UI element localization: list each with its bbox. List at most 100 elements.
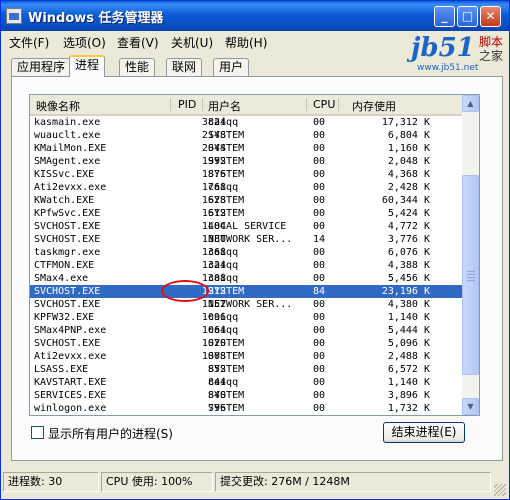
process-memory: 5,456 K <box>387 273 430 284</box>
process-user: SYSTEM <box>208 208 245 219</box>
show-all-users-checkbox[interactable] <box>31 426 44 439</box>
process-row[interactable]: kasmain.exe 3824 caiqq 00 17,312 K <box>30 116 462 129</box>
tab-networking[interactable]: 联网 <box>166 58 203 76</box>
column-pid[interactable]: PID <box>178 98 196 111</box>
process-cpu: 00 <box>313 390 326 401</box>
tab-processes[interactable]: 进程 <box>69 55 106 77</box>
process-user: SYSTEM <box>208 195 245 206</box>
process-row[interactable]: SMax4.exe 1308 caiqq 00 5,456 K <box>30 272 462 285</box>
process-row[interactable]: SVCHOST.EXE 1380 NETWORK SER... 14 3,776 K <box>30 233 462 246</box>
process-user: SYSTEM <box>208 286 245 297</box>
process-row[interactable]: KAVSTART.EXE 844 caiqq 00 1,140 K <box>30 376 462 389</box>
column-divider[interactable] <box>306 98 307 111</box>
window-title: Windows 任务管理器 <box>28 11 164 26</box>
scroll-down-arrow-icon[interactable]: ▼ <box>462 398 479 415</box>
process-row[interactable]: LSASS.EXE 852 SYSTEM 00 6,572 K <box>30 363 462 376</box>
show-all-users-label[interactable]: 显示所有用户的进程(S) <box>48 425 173 442</box>
process-row[interactable]: SMAgent.exe 1992 SYSTEM 00 2,048 K <box>30 155 462 168</box>
process-memory: 17,312 K <box>381 117 430 128</box>
process-row[interactable]: winlogon.exe 796 SYSTEM 00 1,732 K <box>30 402 462 415</box>
process-name: KMailMon.EXE <box>34 143 107 154</box>
tab-performance[interactable]: 性能 <box>119 58 156 76</box>
process-memory: 6,076 K <box>387 247 430 258</box>
process-memory: 1,140 K <box>387 377 430 388</box>
column-divider[interactable] <box>338 98 339 111</box>
process-row[interactable]: SERVICES.EXE 840 SYSTEM 00 3,896 K <box>30 389 462 402</box>
resize-grip-icon[interactable] <box>494 484 506 496</box>
status-cpu-usage: CPU 使用: 100% <box>101 472 213 492</box>
process-name: SMAgent.exe <box>34 156 101 167</box>
process-user: caiqq <box>208 325 239 336</box>
process-row[interactable]: CTFMON.EXE 1324 caiqq 00 4,388 K <box>30 259 462 272</box>
process-memory: 4,772 K <box>387 221 430 232</box>
process-row[interactable]: SVCHOST.EXE 1152 NETWORK SER... 00 4,380 K <box>30 298 462 311</box>
menu-view[interactable]: 查看(V) <box>117 34 159 51</box>
process-cpu: 00 <box>313 143 326 154</box>
process-user: SYSTEM <box>208 338 245 349</box>
column-user-name[interactable]: 用户名 <box>208 98 241 114</box>
process-memory: 4,380 K <box>387 299 430 310</box>
process-name: KAVSTART.EXE <box>34 377 107 388</box>
column-image-name[interactable]: 映像名称 <box>36 98 80 114</box>
process-memory: 5,424 K <box>387 208 430 219</box>
process-user: SYSTEM <box>208 364 245 375</box>
process-list[interactable]: 映像名称 PID 用户名 CPU 内存使用 kasmain.exe 3824 cai… <box>29 94 480 416</box>
process-name: SMax4PNP.exe <box>34 325 107 336</box>
process-name: KPFW32.EXE <box>34 312 95 323</box>
process-cpu: 00 <box>313 156 326 167</box>
tab-users[interactable]: 用户 <box>213 58 250 76</box>
process-name: SVCHOST.EXE <box>34 338 101 349</box>
process-user: SYSTEM <box>208 143 245 154</box>
list-header: 映像名称 PID 用户名 CPU 内存使用 <box>30 95 462 116</box>
process-row[interactable]: taskmgr.exe 1368 caiqq 00 6,076 K <box>30 246 462 259</box>
menu-file[interactable]: 文件(F) <box>9 34 49 51</box>
process-row[interactable]: KISSvc.EXE 1876 SYSTEM 00 4,368 K <box>30 168 462 181</box>
process-user: SYSTEM <box>208 156 245 167</box>
process-cpu: 84 <box>313 286 326 297</box>
tab-applications[interactable]: 应用程序 <box>11 58 72 76</box>
menu-shutdown[interactable]: 关机(U) <box>171 34 213 51</box>
column-divider[interactable] <box>170 98 171 111</box>
process-row[interactable]: SVCHOST.EXE 1020 SYSTEM 00 5,096 K <box>30 337 462 350</box>
process-row[interactable]: KMailMon.EXE 2044 SYSTEM 00 1,160 K <box>30 142 462 155</box>
process-user: LOCAL SERVICE <box>208 221 287 232</box>
process-row[interactable]: SMax4PNP.exe 1064 caiqq 00 5,444 K <box>30 324 462 337</box>
process-name: SVCHOST.EXE <box>34 299 101 310</box>
close-button[interactable]: ✕ <box>480 6 501 27</box>
process-user: caiqq <box>208 273 239 284</box>
process-row[interactable]: Ati2evxx.exe 1008 SYSTEM 00 2,488 K <box>30 350 462 363</box>
process-user: SYSTEM <box>208 130 245 141</box>
end-process-button[interactable]: 结束进程(E) <box>383 422 465 443</box>
process-user: caiqq <box>208 312 239 323</box>
process-name: winlogon.exe <box>34 403 107 414</box>
process-memory: 1,732 K <box>387 403 430 414</box>
process-cpu: 00 <box>313 312 326 323</box>
process-row[interactable]: Ati2evxx.exe 1768 caiqq 00 2,428 K <box>30 181 462 194</box>
menu-options[interactable]: 选项(O) <box>63 34 106 51</box>
process-row[interactable]: wuauclt.exe 2148 SYSTEM 00 6,804 K <box>30 129 462 142</box>
process-user: caiqq <box>208 182 239 193</box>
title-bar[interactable]: Windows 任务管理器 _ □ ✕ <box>1 1 509 31</box>
scroll-thumb[interactable] <box>462 175 479 375</box>
column-divider[interactable] <box>202 98 203 111</box>
vertical-scrollbar[interactable]: ▲ ▼ <box>462 95 479 415</box>
maximize-button[interactable]: □ <box>457 6 478 27</box>
process-user: caiqq <box>208 247 239 258</box>
process-row[interactable]: KWatch.EXE 1628 SYSTEM 00 60,344 K <box>30 194 462 207</box>
menu-help[interactable]: 帮助(H) <box>225 34 267 51</box>
process-row[interactable]: KPfwSvc.EXE 1612 SYSTEM 00 5,424 K <box>30 207 462 220</box>
column-cpu[interactable]: CPU <box>313 98 335 111</box>
process-name: LSASS.EXE <box>34 364 89 375</box>
process-name: wuauclt.exe <box>34 130 101 141</box>
process-row[interactable]: KPFW32.EXE 1096 caiqq 00 1,140 K <box>30 311 462 324</box>
process-memory: 1,160 K <box>387 143 430 154</box>
process-name: SVCHOST.EXE <box>34 234 101 245</box>
process-row[interactable]: SVCHOST.EXE 1484 LOCAL SERVICE 00 4,772 K <box>30 220 462 233</box>
column-memory[interactable]: 内存使用 <box>352 98 396 114</box>
scroll-up-arrow-icon[interactable]: ▲ <box>462 95 479 112</box>
status-commit-charge: 提交更改: 276M / 1248M <box>215 472 491 492</box>
process-cpu: 00 <box>313 117 326 128</box>
minimize-button[interactable]: _ <box>434 6 455 27</box>
process-user: NETWORK SER... <box>208 234 293 245</box>
process-row[interactable]: SVCHOST.EXE 1212 SYSTEM 84 23,196 K <box>30 285 462 298</box>
